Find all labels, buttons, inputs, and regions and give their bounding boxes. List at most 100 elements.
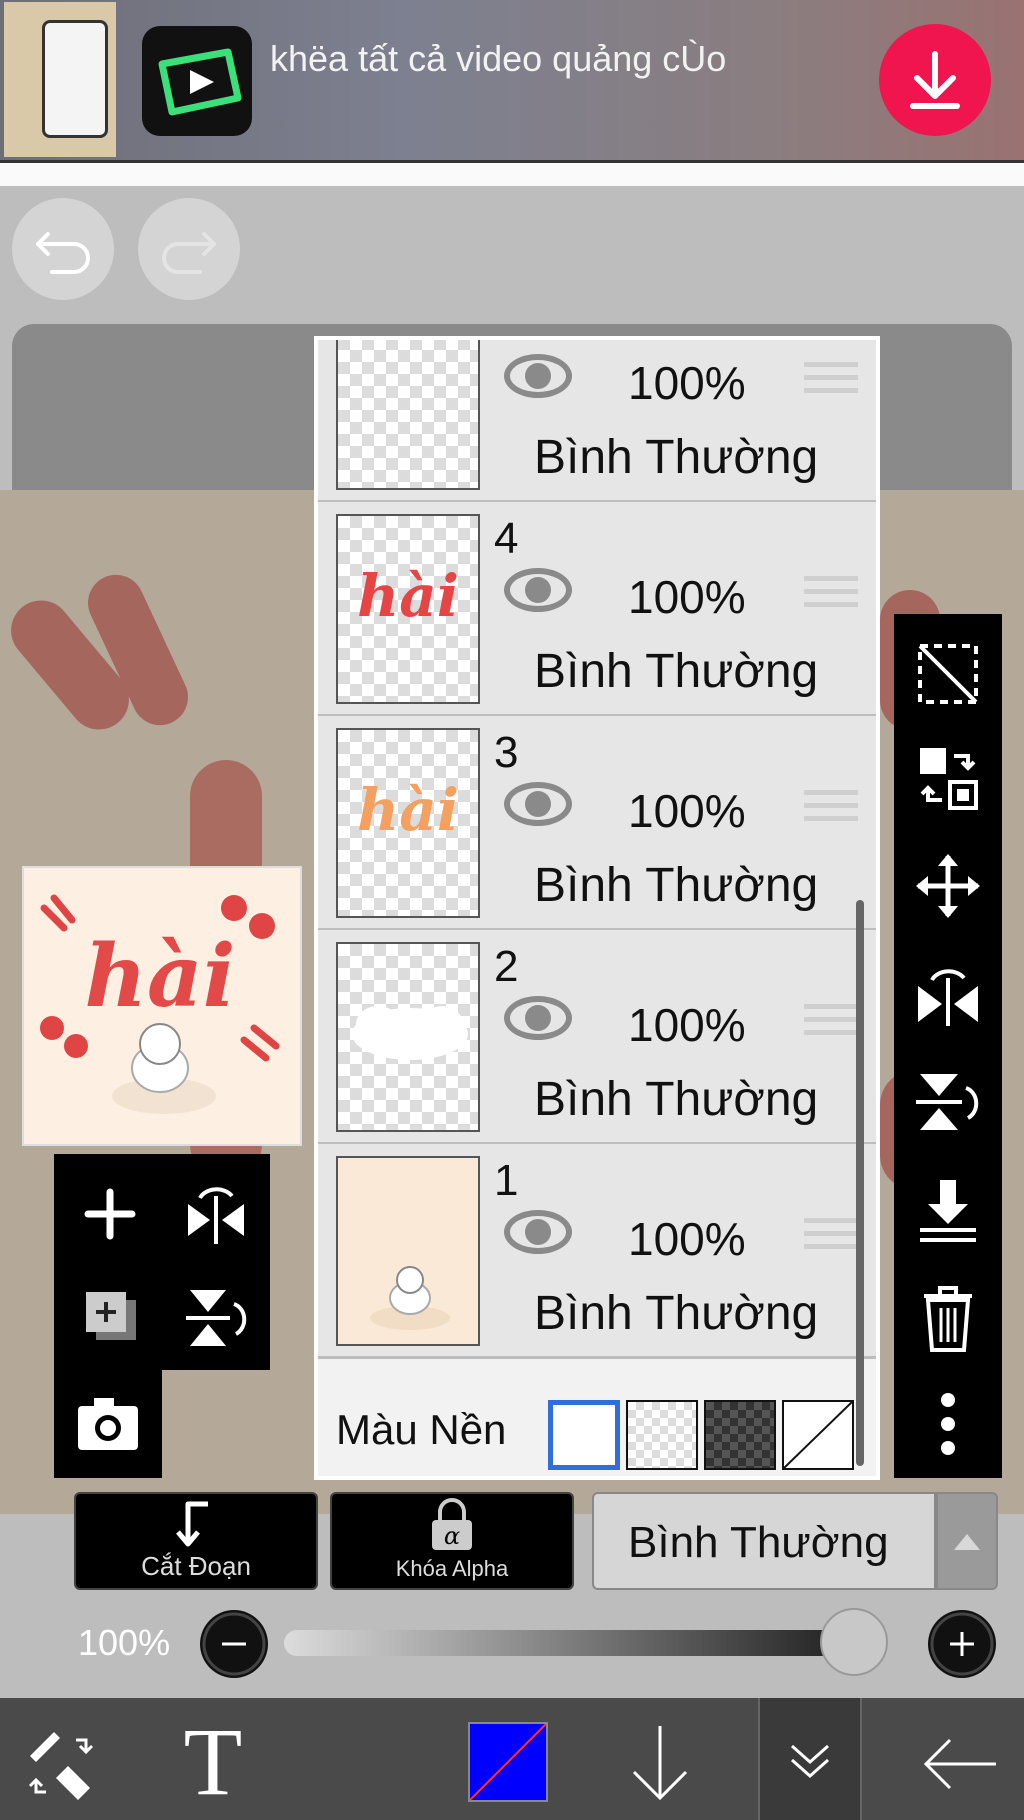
layer-thumbnail bbox=[336, 942, 480, 1132]
camera-button[interactable] bbox=[54, 1368, 162, 1478]
layer-thumbnail: hài bbox=[336, 728, 480, 918]
layer-row-4[interactable]: hài 4 100% Bình Thường bbox=[318, 502, 876, 717]
transform-swap-button[interactable] bbox=[908, 738, 988, 818]
download-layer-button[interactable] bbox=[620, 1718, 700, 1808]
duplicate-layer-button[interactable] bbox=[70, 1278, 150, 1358]
drag-handle-icon[interactable] bbox=[804, 790, 858, 834]
layer-panel-scrollbar[interactable] bbox=[856, 900, 864, 1466]
add-layer-button[interactable] bbox=[70, 1174, 150, 1254]
layer-number: 1 bbox=[494, 1156, 519, 1205]
opacity-slider-thumb[interactable] bbox=[820, 1608, 888, 1676]
move-icon bbox=[916, 854, 980, 918]
clipping-button[interactable]: Cắt Đoạn bbox=[74, 1492, 318, 1590]
flip-vertical-button[interactable] bbox=[176, 1278, 256, 1358]
more-vertical-icon bbox=[941, 1393, 955, 1455]
layer-row-3[interactable]: hài 3 100% Bình Thường bbox=[318, 716, 876, 931]
layer-opacity: 100% bbox=[628, 357, 746, 409]
visibility-eye-icon[interactable] bbox=[500, 564, 576, 616]
ad-divider bbox=[0, 160, 1024, 189]
preview-art-text: hài bbox=[85, 926, 236, 1027]
opacity-decrease-button[interactable] bbox=[200, 1610, 268, 1678]
visibility-eye-icon[interactable] bbox=[500, 778, 576, 830]
drag-handle-icon[interactable] bbox=[804, 1004, 858, 1048]
clipping-label: Cắt Đoạn bbox=[141, 1551, 251, 1581]
background-color-row: Màu Nền bbox=[318, 1368, 876, 1476]
download-icon[interactable] bbox=[879, 24, 991, 136]
current-color-swatch bbox=[470, 1724, 546, 1800]
visibility-eye-icon[interactable] bbox=[500, 992, 576, 1044]
layer-row-5[interactable]: 5 100% Bình Thường bbox=[318, 340, 876, 503]
camera-icon bbox=[78, 1398, 138, 1450]
visibility-eye-icon[interactable] bbox=[500, 350, 576, 402]
chevron-up-icon bbox=[954, 1534, 980, 1550]
opacity-slider[interactable] bbox=[284, 1630, 886, 1656]
flip-vertical-icon bbox=[186, 1290, 247, 1346]
alpha-lock-button[interactable]: α Khóa Alpha bbox=[330, 1492, 574, 1590]
visibility-eye-icon[interactable] bbox=[500, 1206, 576, 1258]
back-button[interactable] bbox=[916, 1722, 1006, 1806]
layer-blend-mode: Bình Thường bbox=[534, 859, 819, 912]
ad-text: khëa tất cả video quảng cÙo bbox=[270, 38, 727, 79]
layer-blend-mode: Bình Thường bbox=[534, 1073, 819, 1126]
tool-switch-button[interactable] bbox=[20, 1722, 104, 1806]
alpha-lock-label: Khóa Alpha bbox=[395, 1556, 509, 1581]
layer-row-1[interactable]: 1 100% Bình Thường bbox=[318, 1144, 876, 1359]
select-clear-button[interactable] bbox=[908, 634, 988, 714]
layer-panel: 5 100% Bình Thường hài 4 100% Bình Thườn… bbox=[314, 336, 880, 1480]
bg-swatch-custom[interactable] bbox=[782, 1400, 854, 1470]
layer-row-2[interactable]: 2 100% Bình Thường bbox=[318, 930, 876, 1145]
ad-banner[interactable]: khëa tất cả video quảng cÙo bbox=[0, 0, 1024, 160]
opacity-label: 100% bbox=[78, 1622, 171, 1663]
flip-horizontal-icon bbox=[188, 1187, 244, 1244]
drag-handle-icon[interactable] bbox=[804, 576, 858, 620]
delete-layer-button[interactable] bbox=[908, 1278, 988, 1358]
swap-icon bbox=[920, 748, 978, 810]
undo-icon bbox=[36, 232, 90, 274]
plus-icon bbox=[930, 1612, 994, 1676]
drag-handle-icon[interactable] bbox=[804, 362, 858, 406]
brush-eraser-icon bbox=[28, 1732, 94, 1800]
blend-mode-select[interactable]: Bình Thường bbox=[592, 1492, 936, 1590]
flip-horizontal-button[interactable] bbox=[908, 954, 988, 1034]
bg-swatch-dark-checker[interactable] bbox=[704, 1400, 776, 1470]
clipping-arrow-icon bbox=[176, 1501, 208, 1547]
blend-mode-dropdown[interactable] bbox=[936, 1492, 998, 1590]
selection-icon bbox=[918, 644, 978, 704]
flip-vertical-button[interactable] bbox=[908, 1062, 988, 1142]
layer-opacity: 100% bbox=[628, 571, 746, 623]
layer-number: 2 bbox=[494, 942, 519, 991]
layer-number: 3 bbox=[494, 728, 519, 777]
svg-text:α: α bbox=[444, 1522, 460, 1550]
bg-swatch-transparent[interactable] bbox=[626, 1400, 698, 1470]
layer-opacity: 100% bbox=[628, 1213, 746, 1265]
more-options-button[interactable] bbox=[908, 1384, 988, 1464]
undo-button[interactable] bbox=[12, 198, 114, 300]
background-color-label: Màu Nền bbox=[336, 1406, 507, 1453]
layer-thumbnail bbox=[336, 340, 480, 490]
flip-horizontal-button[interactable] bbox=[176, 1174, 256, 1254]
blend-mode-value: Bình Thường bbox=[628, 1518, 889, 1567]
layer-thumbnail: hài bbox=[336, 514, 480, 704]
redo-button[interactable] bbox=[138, 198, 240, 300]
layer-thumbnail bbox=[336, 1156, 480, 1346]
flip-horizontal-icon bbox=[918, 969, 978, 1026]
minus-icon bbox=[202, 1612, 266, 1676]
layer-opacity: 100% bbox=[628, 785, 746, 837]
arrow-down-icon bbox=[632, 1726, 688, 1801]
opacity-increase-button[interactable] bbox=[928, 1610, 996, 1678]
left-toolbox bbox=[54, 1154, 270, 1370]
bg-swatch-white[interactable] bbox=[548, 1400, 620, 1470]
drag-handle-icon[interactable] bbox=[804, 1218, 858, 1262]
lock-icon: α bbox=[432, 1498, 472, 1550]
layers-button[interactable] bbox=[758, 1698, 862, 1820]
merge-down-button[interactable] bbox=[908, 1170, 988, 1250]
layer-blend-mode: Bình Thường bbox=[534, 431, 819, 484]
move-button[interactable] bbox=[908, 846, 988, 926]
layer-number: 4 bbox=[494, 514, 519, 563]
text-tool-button[interactable]: T bbox=[168, 1712, 258, 1812]
color-picker-button[interactable] bbox=[468, 1722, 548, 1802]
play-icon bbox=[142, 26, 252, 136]
svg-text:hài: hài bbox=[357, 776, 459, 844]
duplicate-icon bbox=[86, 1292, 136, 1340]
canvas-preview[interactable]: hài bbox=[22, 866, 302, 1146]
